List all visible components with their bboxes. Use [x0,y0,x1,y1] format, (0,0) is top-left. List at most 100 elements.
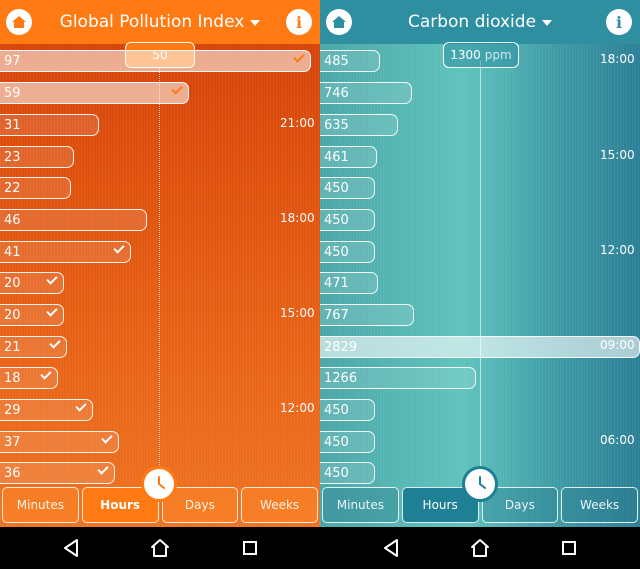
bar-row[interactable]: 485 [320,50,380,72]
tab-weeks[interactable]: Weeks [241,487,318,523]
bar-row[interactable]: 2829 [320,336,640,358]
bar-value: 450 [324,212,349,228]
threshold-marker[interactable]: 1300 ppm [443,42,519,68]
bar-row[interactable]: 450 [320,209,375,231]
bar-row[interactable]: 29 [0,399,93,421]
bar-row[interactable]: 37 [0,431,119,453]
time-label: 09:00 [600,338,635,352]
bar-value: 22 [4,180,21,196]
co2-header: Carbon dioxide i [320,0,640,44]
bar-row[interactable]: 461 [320,146,377,168]
bar-row[interactable]: 22 [0,177,71,199]
clock-button[interactable] [141,466,177,502]
bar-row[interactable]: 31 [0,114,99,136]
threshold-unit: ppm [484,48,512,62]
home-icon [12,16,26,28]
bar-row[interactable]: 767 [320,304,414,326]
time-label: 12:00 [280,401,315,415]
caret-down-icon [542,20,553,26]
check-icon [46,273,58,285]
bar-row[interactable]: 450 [320,399,375,421]
bar-row[interactable]: 46 [0,209,147,231]
check-icon [171,83,183,95]
bar-value: 1266 [324,370,358,386]
bar-row[interactable]: 1266 [320,367,476,389]
bar-value: 2829 [324,339,358,355]
tab-weeks[interactable]: Weeks [561,487,638,523]
bar-row[interactable]: 450 [320,431,375,453]
bar-value: 59 [4,85,21,101]
bar-value: 461 [324,149,349,165]
tab-minutes[interactable]: Minutes [2,487,79,523]
nav-home-icon[interactable] [470,538,490,558]
bar-value: 485 [324,53,349,69]
bar-row[interactable]: 20 [0,272,64,294]
time-label: 12:00 [600,243,635,257]
bar-row[interactable]: 59 [0,82,189,104]
bar-row[interactable]: 635 [320,114,398,136]
threshold-value: 1300 [450,48,481,62]
home-button[interactable] [6,9,32,35]
bar-value: 471 [324,275,349,291]
bar-value: 20 [4,307,21,323]
bar-row[interactable]: 23 [0,146,74,168]
bar-row[interactable]: 450 [320,177,375,199]
bar-value: 450 [324,244,349,260]
bar-row[interactable]: 36 [0,462,115,484]
check-icon [293,51,305,63]
pollution-panel: Global Pollution Index i 50 97 59 31 23 … [0,0,320,527]
info-button[interactable]: i [606,9,632,35]
nav-recents-icon[interactable] [241,538,259,558]
check-icon [40,368,52,380]
bar-value: 23 [4,149,21,165]
bar-row[interactable]: 450 [320,241,375,263]
pollution-header: Global Pollution Index i [0,0,320,44]
bar-value: 36 [4,465,21,481]
pollution-title-dropdown[interactable]: Global Pollution Index [60,12,261,32]
nav-recents-icon[interactable] [560,538,578,558]
nav-back-icon[interactable] [382,538,400,558]
bar-row[interactable]: 450 [320,462,375,484]
check-icon [75,400,87,412]
bar-row[interactable]: 471 [320,272,378,294]
time-label: 21:00 [280,116,315,130]
time-label: 18:00 [600,52,635,66]
time-label: 06:00 [600,433,635,447]
co2-title-dropdown[interactable]: Carbon dioxide [408,12,553,32]
clock-icon [479,476,486,489]
bar-row[interactable]: 18 [0,367,58,389]
bar-row[interactable]: 97 [0,50,311,72]
check-icon [101,432,113,444]
info-button[interactable]: i [286,9,312,35]
bar-value: 37 [4,434,21,450]
co2-panel: Carbon dioxide i 1300 ppm 485 746 635 461… [320,0,640,527]
check-icon [97,463,109,475]
time-label: 18:00 [280,211,315,225]
nav-home-icon[interactable] [150,538,170,558]
clock-icon [158,476,165,489]
bar-value: 746 [324,85,349,101]
tab-minutes[interactable]: Minutes [322,487,399,523]
caret-down-icon [250,20,261,26]
bar-value: 450 [324,465,349,481]
info-icon: i [295,12,303,32]
time-label: 15:00 [600,148,635,162]
check-icon [113,242,125,254]
bar-value: 450 [324,180,349,196]
bar-value: 46 [4,212,21,228]
threshold-line [480,60,481,485]
time-label: 15:00 [280,306,315,320]
home-button[interactable] [326,9,352,35]
info-icon: i [615,12,623,32]
app: Global Pollution Index i 50 97 59 31 23 … [0,0,640,527]
bar-row[interactable]: 41 [0,241,131,263]
bar-value: 450 [324,434,349,450]
bar-row[interactable]: 21 [0,336,67,358]
bar-row[interactable]: 746 [320,82,412,104]
check-icon [46,305,58,317]
bar-value: 18 [4,370,21,386]
nav-back-icon[interactable] [62,538,80,558]
clock-button[interactable] [462,466,498,502]
bar-row[interactable]: 20 [0,304,64,326]
bar-value: 29 [4,402,21,418]
